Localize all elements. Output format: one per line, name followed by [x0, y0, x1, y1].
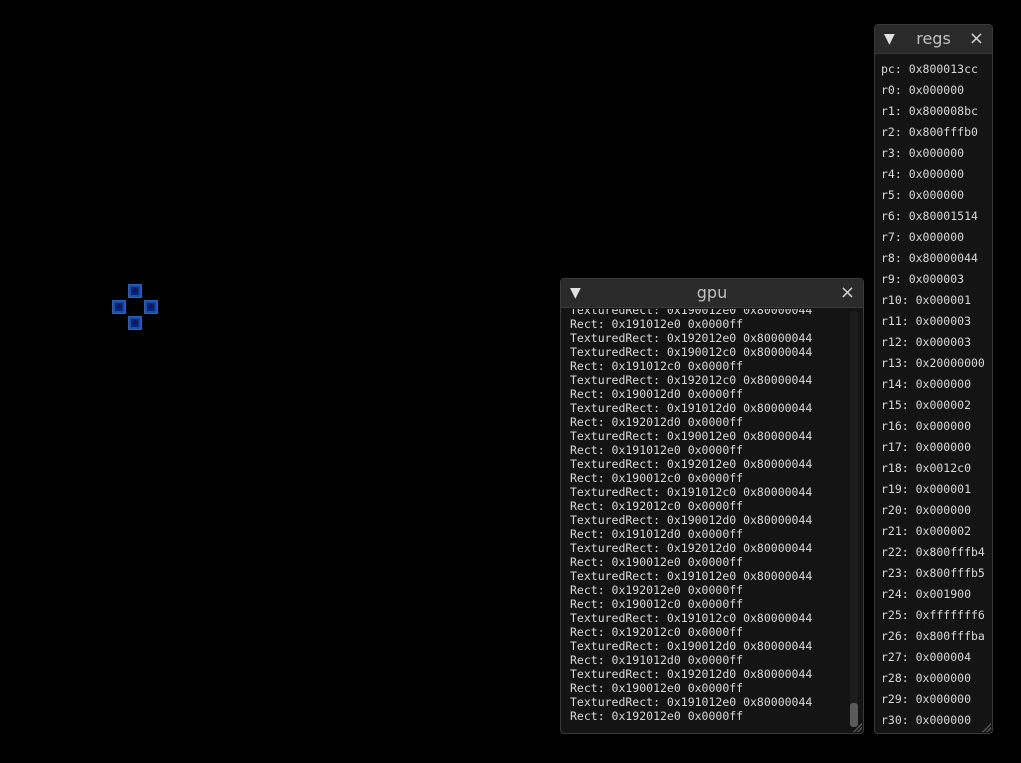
gpu-log-line: TexturedRect: 0x191012c0 0x80000044: [570, 485, 813, 499]
gpu-log-line: Rect: 0x192012d0 0x0000ff: [570, 415, 744, 429]
gpu-log-line: Rect: 0x192012c0 0x0000ff: [570, 499, 744, 513]
register-row: r14: 0x000000: [881, 377, 972, 391]
game-sprite: [110, 284, 160, 332]
register-row: pc: 0x800013cc: [881, 62, 978, 76]
register-row: r4: 0x000000: [881, 167, 965, 181]
gpu-log-line: Rect: 0x192012c0 0x0000ff: [570, 625, 744, 639]
register-row: r12: 0x000003: [881, 335, 972, 349]
register-row: r5: 0x000000: [881, 188, 965, 202]
sprite-tile-bottom: [128, 316, 142, 330]
gpu-log-line: Rect: 0x191012e0 0x0000ff: [570, 443, 744, 457]
gpu-log-line: Rect: 0x190012c0 0x0000ff: [570, 471, 744, 485]
close-icon[interactable]: ×: [969, 29, 984, 49]
register-row: r27: 0x000004: [881, 650, 972, 664]
gpu-log-line: TexturedRect: 0x190012e0 0x80000044: [570, 429, 813, 443]
gpu-log-line: TexturedRect: 0x192012d0 0x80000044: [570, 667, 813, 681]
register-row: r16: 0x000000: [881, 419, 972, 433]
register-row: r26: 0x800fffba: [881, 629, 985, 643]
gpu-log-line: TexturedRect: 0x191012e0 0x80000044: [570, 569, 813, 583]
register-list: pc: 0x800013cc r0: 0x000000 r1: 0x800008bc…: [881, 59, 985, 731]
register-row: r22: 0x800fffb4: [881, 545, 985, 559]
gpu-log-lines: TexturedRect: 0x190012e0 0x80000044 Rect:…: [570, 309, 812, 723]
register-row: r8: 0x80000044: [881, 251, 978, 265]
register-row: r13: 0x20000000: [881, 356, 985, 370]
gpu-log-line: Rect: 0x190012e0 0x0000ff: [570, 681, 744, 695]
register-row: r15: 0x000002: [881, 398, 972, 412]
gpu-log-line: TexturedRect: 0x192012c0 0x80000044: [570, 373, 813, 387]
gpu-log-line: Rect: 0x190012d0 0x0000ff: [570, 387, 744, 401]
register-row: r17: 0x000000: [881, 440, 972, 454]
resize-grip-icon[interactable]: [852, 722, 862, 732]
register-row: r21: 0x000002: [881, 524, 972, 538]
register-row: r9: 0x000003: [881, 272, 965, 286]
register-row: r18: 0x0012c0: [881, 461, 972, 475]
gpu-log-line: Rect: 0x190012c0 0x0000ff: [570, 597, 744, 611]
gpu-log-line: Rect: 0x191012d0 0x0000ff: [570, 653, 744, 667]
sprite-tile-right: [144, 300, 158, 314]
gpu-log-line: Rect: 0x191012e0 0x0000ff: [570, 317, 744, 331]
register-row: r28: 0x000000: [881, 671, 972, 685]
sprite-tile-left: [112, 300, 126, 314]
gpu-window-title: gpu: [696, 283, 728, 302]
register-row: r3: 0x000000: [881, 146, 965, 160]
gpu-log-line: Rect: 0x192012e0 0x0000ff: [570, 709, 744, 723]
gpu-log-line: TexturedRect: 0x192012e0 0x80000044: [570, 331, 813, 345]
gpu-log-line: Rect: 0x191012d0 0x0000ff: [570, 527, 744, 541]
register-row: r20: 0x000000: [881, 503, 972, 517]
gpu-log-line: TexturedRect: 0x192012e0 0x80000044: [570, 457, 813, 471]
register-row: r0: 0x000000: [881, 83, 965, 97]
register-row: r30: 0x000000: [881, 713, 972, 727]
regs-window[interactable]: ▼ regs × pc: 0x800013cc r0: 0x000000 r1: 0…: [874, 24, 993, 734]
gpu-log-line: TexturedRect: 0x190012d0 0x80000044: [570, 513, 813, 527]
close-icon[interactable]: ×: [840, 283, 855, 303]
gpu-window[interactable]: ▼ gpu × TexturedRect: 0x190012e0 0x80000…: [560, 278, 864, 734]
gpu-log-line: TexturedRect: 0x191012c0 0x80000044: [570, 611, 813, 625]
gpu-command-log: TexturedRect: 0x190012e0 0x80000044 Rect:…: [562, 309, 847, 729]
gpu-log-line: Rect: 0x191012c0 0x0000ff: [570, 359, 744, 373]
register-row: r2: 0x800fffb0: [881, 125, 978, 139]
gpu-log-line: TexturedRect: 0x190012e0 0x80000044: [570, 309, 813, 317]
gpu-log-line: Rect: 0x192012e0 0x0000ff: [570, 583, 744, 597]
register-row: r10: 0x000001: [881, 293, 972, 307]
regs-window-titlebar[interactable]: ▼ regs ×: [875, 25, 992, 54]
resize-grip-icon[interactable]: [981, 722, 991, 732]
register-row: r7: 0x000000: [881, 230, 965, 244]
register-row: r25: 0xfffffff6: [881, 608, 985, 622]
register-row: r29: 0x000000: [881, 692, 972, 706]
register-row: r1: 0x800008bc: [881, 104, 978, 118]
sprite-tile-top: [128, 284, 142, 298]
register-row: r6: 0x80001514: [881, 209, 978, 223]
gpu-log-line: TexturedRect: 0x191012d0 0x80000044: [570, 401, 813, 415]
gpu-log-line: TexturedRect: 0x190012c0 0x80000044: [570, 345, 813, 359]
gpu-log-line: Rect: 0x190012e0 0x0000ff: [570, 555, 744, 569]
gpu-log-line: TexturedRect: 0x190012d0 0x80000044: [570, 639, 813, 653]
register-row: r19: 0x000001: [881, 482, 972, 496]
gpu-log-line: TexturedRect: 0x192012d0 0x80000044: [570, 541, 813, 555]
gpu-window-titlebar[interactable]: ▼ gpu ×: [561, 279, 863, 308]
gpu-log-scrollbar[interactable]: [850, 311, 858, 727]
register-row: r23: 0x800fffb5: [881, 566, 985, 580]
register-row: r11: 0x000003: [881, 314, 972, 328]
gpu-log-line: TexturedRect: 0x191012e0 0x80000044: [570, 695, 813, 709]
register-row: r24: 0x001900: [881, 587, 972, 601]
